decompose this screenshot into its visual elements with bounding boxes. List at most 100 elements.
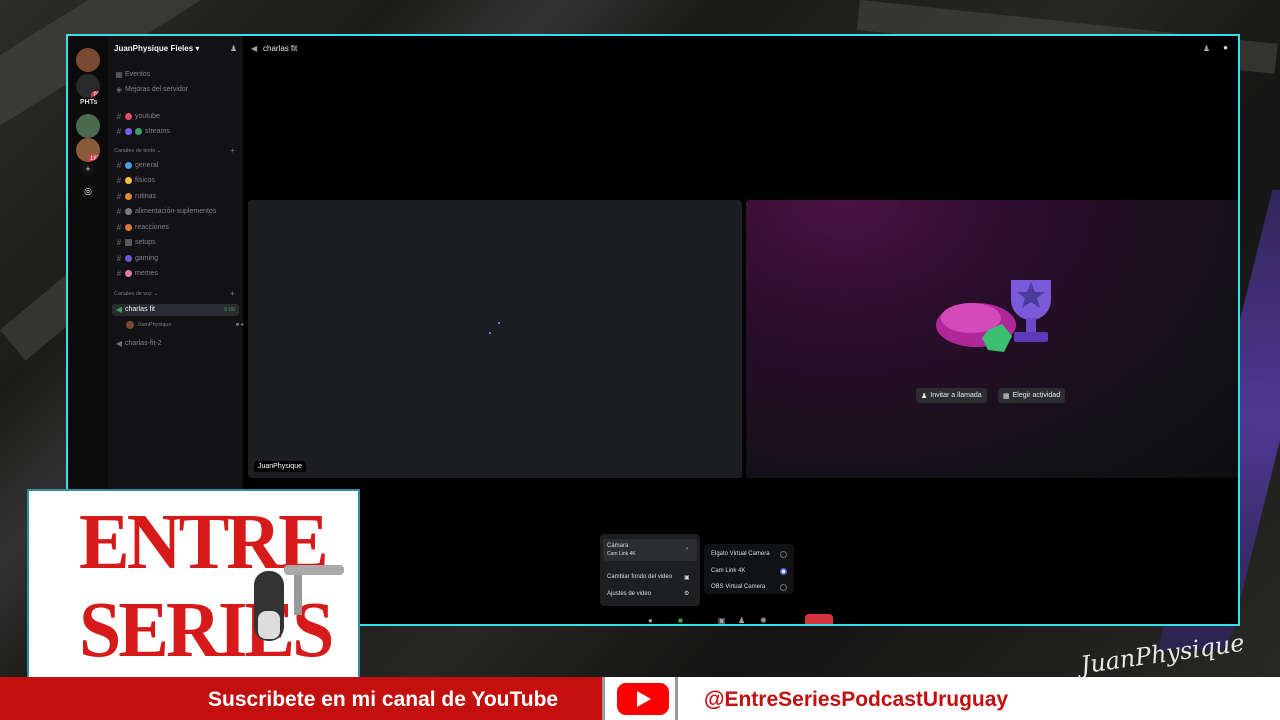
category-text[interactable]: Canales de texto ⌄ (114, 148, 161, 154)
channel-emoji-icon (125, 255, 132, 262)
server-folder-label[interactable]: PHTs (80, 99, 97, 106)
channel-emoji-icon (125, 224, 132, 231)
channel-general[interactable]: # general (113, 159, 239, 172)
radio-icon[interactable] (780, 584, 787, 591)
add-user-icon: ♟ (921, 392, 928, 400)
calendar-icon: ▦ (115, 70, 123, 79)
server-name[interactable]: JuanPhysique Fieles ▾ (114, 44, 199, 53)
user-name-tag: JuanPhysique (254, 461, 306, 472)
discover-icon[interactable]: ◎ (81, 184, 95, 198)
voice-channel-charlas-fit[interactable]: ◀ charlas fit 5:00 (113, 303, 239, 316)
entre-series-logo: ENTRE SERIES (27, 489, 360, 696)
soundboard-icon[interactable]: ✺ (760, 616, 767, 624)
channel-gaming[interactable]: # gaming (113, 252, 239, 265)
channel-emoji-icon (125, 239, 132, 246)
channel-emoji-icon (125, 270, 132, 277)
video-settings-item[interactable]: Ajustes de video (607, 591, 651, 597)
speaker-icon: ◀ (115, 305, 123, 314)
channel-emoji-icon (125, 208, 132, 215)
video-tile-user[interactable]: JuanPhysique (248, 200, 742, 478)
channel-reacciones[interactable]: # reacciones (113, 221, 239, 234)
screen-share-icon[interactable]: ▣ (718, 616, 726, 624)
channel-emoji-icon (125, 193, 132, 200)
channel-memes[interactable]: # memes (113, 267, 239, 280)
voice-channel-charlas-fit-2[interactable]: ◀ charlas-fit-2 (113, 337, 239, 350)
call-topbar: ◀ charlas fit ♟ ● (243, 36, 1238, 62)
channel-emoji-icon (135, 128, 142, 135)
chevron-right-icon: › (686, 546, 688, 552)
device-option-selected[interactable]: Cam Link 4K (711, 568, 745, 574)
hash-icon: # (116, 127, 122, 136)
channel-emoji-icon (125, 113, 132, 120)
members-icon[interactable]: ♟ (1203, 44, 1210, 53)
gear-icon: ⚙ (684, 591, 690, 597)
voice-timer: 5:00 (224, 306, 235, 313)
trophy-illustration-icon (936, 280, 1051, 352)
channel-alimentacion[interactable]: # alimentación-suplementos (113, 205, 239, 218)
device-option[interactable]: Elgato Virtual Camera (711, 551, 770, 557)
device-option[interactable]: OBS Virtual Camera (711, 584, 765, 590)
channel-fisicos[interactable]: # físicos (113, 174, 239, 187)
hash-icon: # (116, 112, 122, 121)
channel-emoji-icon (125, 128, 132, 135)
grid-icon: ▦ (1003, 392, 1010, 400)
camera-popup-menu: Cámara Cam Link 4K › Cambiar fondo del v… (600, 534, 700, 606)
activity-icon[interactable]: ♟ (738, 616, 745, 624)
avatar (126, 320, 134, 329)
loading-dot (498, 322, 500, 324)
channel-setups[interactable]: # setups (113, 236, 239, 249)
category-voice[interactable]: Canales de voz ⌄ (114, 291, 158, 297)
hash-icon: # (116, 238, 122, 247)
radio-selected-icon[interactable] (780, 568, 787, 575)
call-title: charlas fit (263, 44, 298, 53)
boosts-item[interactable]: ◈ Mejoras del servidor (113, 83, 239, 96)
video-tile-empty: ♟ Invitar a llamada ▦ Elegir actividad (746, 200, 1238, 478)
disconnect-button[interactable] (805, 614, 833, 624)
youtube-play-icon (617, 683, 669, 715)
invite-to-call-button[interactable]: ♟ Invitar a llamada (916, 388, 987, 403)
hash-icon: # (116, 161, 122, 170)
hash-icon: # (116, 176, 122, 185)
radio-icon[interactable] (780, 551, 787, 558)
server-badge: 187 (87, 155, 100, 162)
voice-user[interactable]: JuanPhysique ■ ● (126, 318, 252, 331)
camera-label: Cámara (607, 543, 629, 549)
camera-icon[interactable]: ■ (678, 616, 683, 624)
channel-rutinas[interactable]: # rutinas (113, 190, 239, 203)
add-voice-channel-icon[interactable]: + (230, 289, 235, 298)
add-server-icon[interactable]: + (81, 162, 95, 176)
events-item[interactable]: ▦ Eventos (113, 68, 239, 81)
channel-youtube[interactable]: # youtube (113, 110, 239, 123)
channel-emoji-icon (125, 162, 132, 169)
server-icon-3[interactable] (76, 114, 100, 138)
stream-scene: 96 PHTs 187 + ◎ JuanPhysique Fieles ▾ ♟ … (0, 0, 1280, 720)
add-channel-icon[interactable]: + (230, 146, 235, 155)
subscribe-text: Suscribete en mi canal de YouTube (208, 688, 559, 711)
speaker-icon: ◀ (251, 44, 258, 53)
server-badge: 96 (91, 91, 100, 98)
choose-activity-button[interactable]: ▦ Elegir actividad (998, 388, 1066, 403)
hash-icon: # (116, 269, 122, 278)
camera-device-submenu: Elgato Virtual Camera Cam Link 4K OBS Vi… (704, 544, 794, 594)
microphone-icon[interactable]: ● (648, 616, 653, 624)
hash-icon: # (116, 254, 122, 263)
chat-icon[interactable]: ● (1223, 43, 1228, 52)
channel-handle: @EntreSeriesPodcastUruguay (704, 688, 1009, 711)
channel-emoji-icon (125, 177, 132, 184)
server-icon-2[interactable]: 96 (76, 74, 100, 98)
add-member-icon[interactable]: ♟ (230, 44, 237, 53)
loading-dot (489, 332, 491, 334)
hash-icon: # (116, 192, 122, 201)
server-icon-4[interactable]: 187 (76, 138, 100, 162)
change-background-item[interactable]: Cambiar fondo del video (607, 574, 672, 580)
youtube-box (602, 677, 678, 720)
hash-icon: # (116, 223, 122, 232)
boost-icon: ◈ (115, 85, 123, 94)
channel-streams[interactable]: # streams (113, 125, 239, 138)
server-icon-juanphysique[interactable] (76, 48, 100, 72)
camera-mute-icons: ■ ● (235, 321, 244, 328)
background-icon: ▣ (684, 575, 690, 581)
camera-current-device: Cam Link 4K (607, 551, 636, 557)
microphone-illustration-icon (254, 565, 344, 641)
speaker-icon: ◀ (115, 339, 123, 348)
